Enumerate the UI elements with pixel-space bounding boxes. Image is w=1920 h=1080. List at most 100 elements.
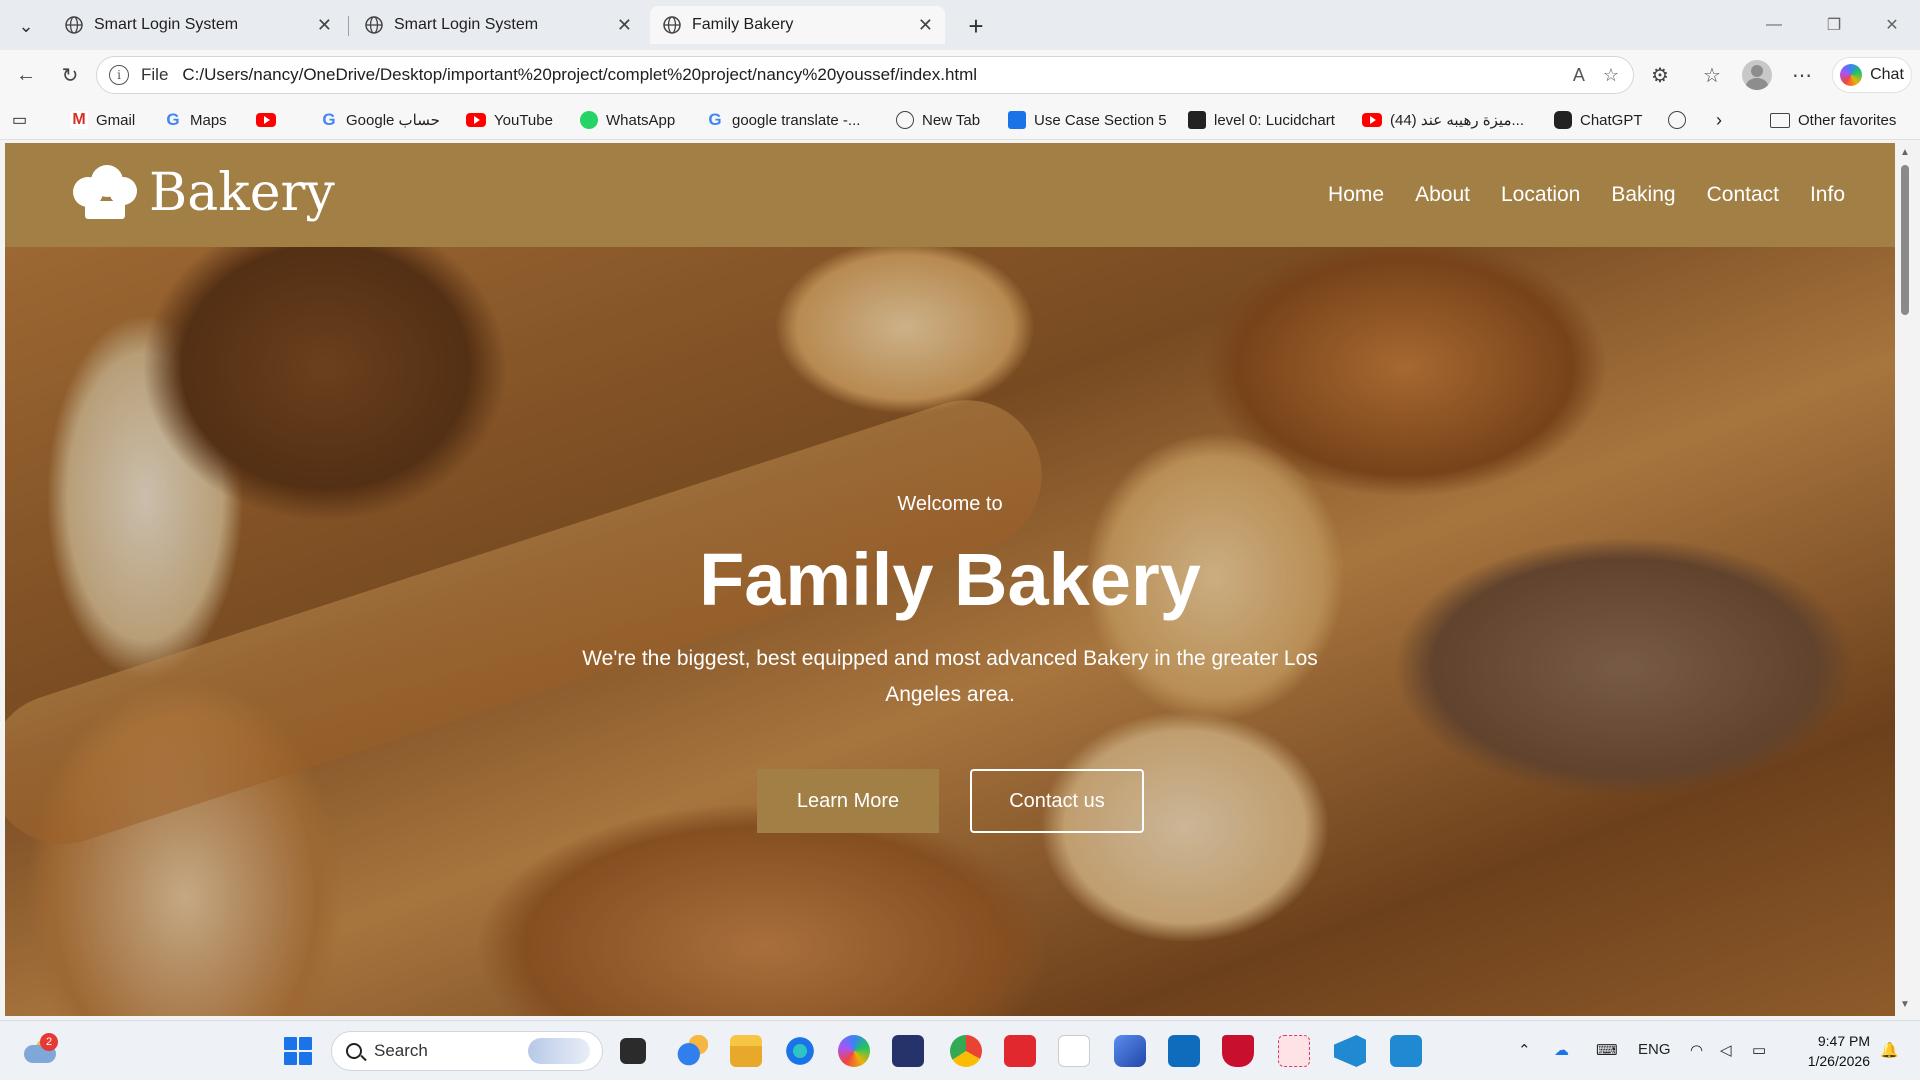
browser-tab-2[interactable]: Smart Login System ✕ [352,6,644,44]
system-clock[interactable]: 9:47 PM 1/26/2026 [1790,1031,1870,1071]
browser-tab-1[interactable]: Smart Login System ✕ [52,6,344,44]
task-view-icon[interactable] [620,1038,646,1064]
file-explorer-icon[interactable] [730,1035,762,1067]
address-bar-actions: A ☆ [1573,65,1619,86]
battery-icon[interactable]: ▭ [1752,1041,1766,1059]
language-indicator[interactable]: ENG [1638,1041,1671,1058]
volume-icon[interactable]: ◁ [1720,1041,1732,1059]
scroll-thumb[interactable] [1901,165,1909,315]
plus-icon: + [968,10,984,41]
favorite-youtube-icon-only[interactable] [256,108,276,132]
store-app-icon[interactable] [892,1035,924,1067]
back-button[interactable]: ← [10,59,42,91]
scroll-up-icon[interactable]: ▲ [1899,147,1911,159]
favorites-overflow-button[interactable]: › [1716,108,1722,132]
hero-content: Welcome to Family Bakery We're the bigge… [5,247,1895,1016]
nav-link-location[interactable]: Location [1501,183,1580,207]
favorite-youtube-arabic[interactable]: (44) ميزة رهيبه عند... [1362,108,1524,132]
nav-link-baking[interactable]: Baking [1611,183,1675,207]
mcafee-icon[interactable] [1222,1035,1254,1067]
favorite-label: Google حساب [346,112,440,129]
favorite-gmail[interactable]: M Gmail [70,108,135,132]
browser-toolbar: ← ↻ i File C:/Users/nancy/OneDrive/Deskt… [0,50,1920,100]
chrome-browser-icon[interactable] [950,1035,982,1067]
learn-more-button[interactable]: Learn More [757,769,939,833]
start-button[interactable] [284,1037,312,1065]
minimize-button[interactable]: — [1744,0,1804,50]
close-icon[interactable]: ✕ [317,15,332,36]
keyboard-icon[interactable]: ⌨ [1596,1041,1618,1059]
hero-section: Welcome to Family Bakery We're the bigge… [5,247,1895,1016]
chatgpt-icon [1554,111,1572,129]
snipping-tool-icon[interactable] [1278,1035,1310,1067]
vscode-icon[interactable] [1334,1035,1366,1067]
favorite-label: New Tab [922,111,981,129]
hero-welcome-text: Welcome to [897,493,1003,515]
read-aloud-icon[interactable]: A [1573,65,1585,86]
copilot-chat-button[interactable]: Chat [1832,57,1912,93]
nav-link-about[interactable]: About [1415,183,1470,207]
close-window-button[interactable]: ✕ [1862,0,1920,50]
wps-office-icon[interactable] [1004,1035,1036,1067]
outlook-icon[interactable] [1168,1035,1200,1067]
info-icon[interactable]: i [109,65,129,85]
favorites-button[interactable]: ☆ [1696,59,1728,91]
settings-more-button[interactable]: ⋯ [1786,59,1818,91]
weather-widget[interactable]: 2 [22,1033,58,1069]
favorite-label: Use Case Section 5 [1034,111,1167,129]
refresh-button[interactable]: ↻ [54,59,86,91]
favorite-globe[interactable] [1668,108,1686,132]
search-placeholder: Search [374,1041,428,1060]
youtube-icon [256,113,276,127]
chevron-down-icon: ⌄ [18,15,34,36]
nav-link-home[interactable]: Home [1328,183,1384,207]
favorite-use-case[interactable]: Use Case Section 5 [1008,108,1167,132]
amazon-icon[interactable] [1058,1035,1090,1067]
nav-link-info[interactable]: Info [1810,183,1845,207]
tab-actions-menu-button[interactable]: ⌄ [8,8,44,44]
scroll-down-icon[interactable]: ▼ [1899,999,1911,1011]
profile-avatar[interactable] [1742,60,1772,90]
wifi-icon[interactable]: ◠ [1690,1041,1703,1059]
taskbar-search[interactable]: Search [331,1031,603,1071]
favorite-new-tab[interactable]: New Tab [896,108,980,132]
nav-links: Home About Location Baking Contact Info [1328,143,1845,247]
favorite-label: WhatsApp [606,111,676,129]
widgets-app-icon[interactable] [676,1035,708,1067]
edge-browser-icon[interactable] [784,1035,816,1067]
browser-tab-3-active[interactable]: Family Bakery ✕ [650,6,945,44]
favorite-lucidchart[interactable]: level 0: Lucidchart [1188,108,1335,132]
nav-link-contact[interactable]: Contact [1707,183,1779,207]
favorite-chatgpt[interactable]: ChatGPT [1554,108,1643,132]
page-scrollbar[interactable]: ▲ ▼ [1896,143,1914,1016]
site-logo[interactable]: Bakery [69,163,335,223]
app-icon[interactable] [1114,1035,1146,1067]
chevron-right-icon: › [1716,109,1722,130]
notifications-bell-icon[interactable]: 🔔 [1880,1041,1899,1059]
star-icon[interactable]: ☆ [1603,65,1619,86]
favorite-label: google translate -... [732,111,861,129]
extensions-button[interactable]: ⚙ [1644,59,1676,91]
new-tab-button[interactable]: + [958,8,994,44]
notification-badge: 2 [40,1033,58,1051]
restore-button[interactable]: ❐ [1804,0,1864,50]
close-icon[interactable]: ✕ [617,15,632,36]
address-bar[interactable]: i File C:/Users/nancy/OneDrive/Desktop/i… [96,56,1634,94]
favorite-google-translate[interactable]: Ggoogle translate -... [706,108,860,132]
favorite-maps[interactable]: G Maps [164,108,226,132]
collections-button[interactable]: ▭ [12,108,27,132]
copilot-app-icon[interactable] [838,1035,870,1067]
favorite-whatsapp[interactable]: WhatsApp [580,108,675,132]
globe-icon [896,111,914,129]
onedrive-icon[interactable]: ☁ [1554,1041,1569,1059]
app-icon[interactable] [1390,1035,1422,1067]
url-text[interactable]: C:/Users/nancy/OneDrive/Desktop/importan… [182,65,1572,85]
other-favorites[interactable]: Other favorites [1770,108,1896,132]
hero-description: We're the biggest, best equipped and mos… [582,647,1318,706]
close-icon[interactable]: ✕ [918,15,933,36]
refresh-icon: ↻ [61,64,79,87]
contact-us-button[interactable]: Contact us [970,769,1144,833]
favorite-google-account[interactable]: G Google حساب [320,108,440,132]
chevron-up-icon[interactable]: ⌃ [1518,1041,1531,1059]
favorite-youtube[interactable]: YouTube [466,108,553,132]
